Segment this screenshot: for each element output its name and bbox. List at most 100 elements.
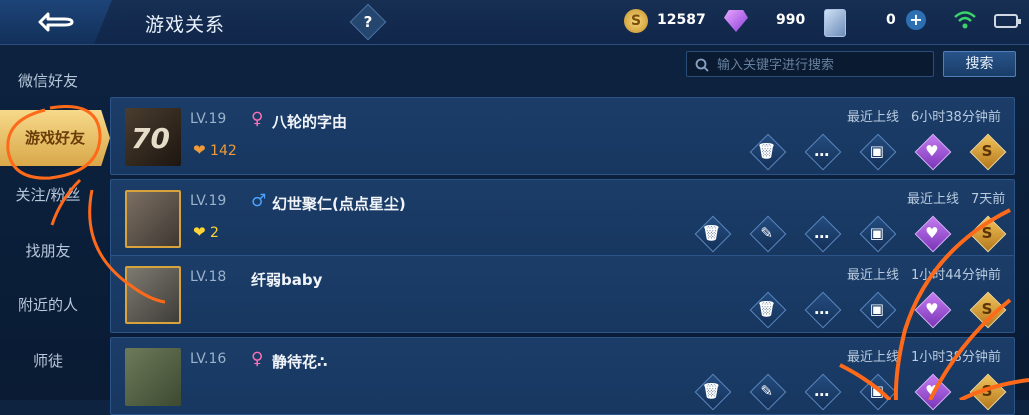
sidebar: 微信好友 游戏好友 关注/粉丝 找朋友 附近的人 师徒 bbox=[0, 44, 110, 400]
intimacy-button[interactable]: ♥ bbox=[914, 215, 952, 253]
chat-button[interactable]: … bbox=[804, 133, 842, 171]
sidebar-item-follow-fans[interactable]: 关注/粉丝 bbox=[0, 168, 96, 222]
female-icon: ♀ bbox=[251, 349, 264, 369]
friend-name: 八轮的字由 bbox=[272, 113, 348, 131]
coin-icon: S bbox=[981, 142, 993, 160]
chat-button[interactable]: … bbox=[804, 291, 842, 329]
search-icon bbox=[695, 58, 709, 72]
trash-icon: 🗑 bbox=[702, 382, 722, 400]
gift-icon: ▣ bbox=[869, 300, 884, 318]
delete-friend-button[interactable]: 🗑 bbox=[749, 291, 787, 329]
friend-row[interactable]: LV.16 ♀ 静待花∴ 最近上线 1小时38分钟前 🗑 ✎ … ▣ ♥ S bbox=[110, 337, 1015, 415]
male-icon: ♂ bbox=[251, 191, 267, 211]
coin-balance: S 12587 bbox=[624, 9, 724, 33]
wifi-icon bbox=[954, 11, 976, 29]
send-coin-button[interactable]: S bbox=[969, 291, 1007, 329]
search-button[interactable]: 搜索 bbox=[943, 51, 1016, 77]
gift-button[interactable]: ▣ bbox=[859, 133, 897, 171]
chat-icon: … bbox=[814, 382, 830, 400]
gift-icon: ▣ bbox=[869, 224, 884, 242]
gift-button[interactable]: ▣ bbox=[859, 373, 897, 411]
sidebar-item-game-friends[interactable]: 游戏好友 bbox=[0, 110, 110, 166]
back-button[interactable] bbox=[0, 0, 112, 44]
sidebar-item-mentorship[interactable]: 师徒 bbox=[0, 334, 96, 388]
intimacy-value: ❤ 142 bbox=[193, 141, 237, 159]
avatar[interactable]: 70 bbox=[125, 108, 181, 166]
coin-icon: S bbox=[981, 300, 993, 318]
trash-icon: 🗑 bbox=[757, 300, 777, 318]
intimacy-button[interactable]: ♥ bbox=[914, 373, 952, 411]
coin-icon: S bbox=[624, 9, 648, 33]
last-online-time: 1小时44分钟前 bbox=[911, 268, 1001, 283]
intimacy-button[interactable]: ♥ bbox=[914, 133, 952, 171]
friend-row[interactable]: LV.18 纤弱baby 最近上线 1小时44分钟前 🗑 … ▣ ♥ S bbox=[110, 255, 1015, 333]
friend-actions: 🗑 … ▣ ♥ S bbox=[734, 291, 1007, 329]
help-button[interactable]: ? bbox=[349, 3, 387, 41]
friend-name: 静待花∴ bbox=[272, 353, 328, 371]
gem-balance: 990 bbox=[724, 9, 814, 33]
heart-card-icon: ♥ bbox=[925, 382, 939, 400]
chat-button[interactable]: … bbox=[804, 215, 842, 253]
intimacy-count: 142 bbox=[210, 143, 237, 159]
last-online-label: 最近上线 bbox=[907, 192, 960, 207]
friend-row[interactable]: 70 LV.19 ♀ 八轮的字由 ❤ 142 最近上线 6小时38分钟前 🗑 …… bbox=[110, 97, 1015, 175]
friend-row[interactable]: LV.19 ♂ 幻世聚仁(点点星尘) ❤ 2 最近上线 7天前 🗑 ✎ … ▣ … bbox=[110, 179, 1015, 257]
friend-actions: 🗑 ✎ … ▣ ♥ S bbox=[679, 373, 1007, 411]
gift-icon: ▣ bbox=[869, 142, 884, 160]
mentor-button[interactable]: ✎ bbox=[749, 215, 787, 253]
chat-icon: … bbox=[814, 300, 830, 318]
last-online-label: 最近上线 bbox=[847, 268, 900, 283]
intimacy-button[interactable]: ♥ bbox=[914, 291, 952, 329]
heart-icon: ❤ bbox=[193, 223, 206, 241]
chat-icon: … bbox=[814, 224, 830, 242]
friend-name: 幻世聚仁(点点星尘) bbox=[272, 195, 406, 213]
trash-icon: 🗑 bbox=[757, 142, 777, 160]
friend-list: 70 LV.19 ♀ 八轮的字由 ❤ 142 最近上线 6小时38分钟前 🗑 …… bbox=[110, 85, 1020, 415]
sidebar-item-find-friends[interactable]: 找朋友 bbox=[0, 224, 96, 278]
gift-button[interactable]: ▣ bbox=[859, 215, 897, 253]
search-input[interactable] bbox=[715, 54, 931, 76]
friend-level: LV.16 bbox=[190, 351, 227, 367]
heart-card-icon: ♥ bbox=[925, 224, 939, 242]
voucher-card-icon bbox=[824, 9, 846, 37]
last-online-label: 最近上线 bbox=[847, 350, 900, 365]
heart-card-icon: ♥ bbox=[925, 142, 939, 160]
avatar[interactable] bbox=[125, 348, 181, 406]
friend-level: LV.19 bbox=[190, 111, 227, 127]
coin-icon: S bbox=[981, 224, 993, 242]
mentor-button[interactable]: ✎ bbox=[749, 373, 787, 411]
voucher-amount: 0 bbox=[886, 12, 896, 28]
heart-card-icon: ♥ bbox=[925, 300, 939, 318]
send-coin-button[interactable]: S bbox=[969, 133, 1007, 171]
last-online-label: 最近上线 bbox=[847, 110, 900, 125]
coin-icon: S bbox=[981, 382, 993, 400]
female-icon: ♀ bbox=[251, 109, 264, 129]
page-title: 游戏关系 bbox=[145, 14, 226, 36]
send-coin-button[interactable]: S bbox=[969, 373, 1007, 411]
avatar[interactable] bbox=[125, 266, 181, 324]
last-online-time: 7天前 bbox=[971, 192, 1006, 207]
gem-amount: 990 bbox=[776, 12, 806, 28]
diamond-icon bbox=[724, 10, 748, 32]
sidebar-item-wechat-friends[interactable]: 微信好友 bbox=[0, 54, 96, 108]
chat-button[interactable]: … bbox=[804, 373, 842, 411]
question-icon: ? bbox=[363, 13, 373, 31]
friend-actions: 🗑 … ▣ ♥ S bbox=[734, 133, 1007, 171]
delete-friend-button[interactable]: 🗑 bbox=[749, 133, 787, 171]
delete-friend-button[interactable]: 🗑 bbox=[694, 215, 731, 253]
coin-amount: 12587 bbox=[657, 12, 706, 28]
gift-icon: ▣ bbox=[869, 382, 884, 400]
avatar[interactable] bbox=[125, 190, 181, 248]
voucher-balance: 0 + bbox=[824, 9, 934, 37]
gift-button[interactable]: ▣ bbox=[859, 291, 897, 329]
sidebar-item-nearby[interactable]: 附近的人 bbox=[0, 278, 96, 332]
add-voucher-button[interactable]: + bbox=[906, 10, 926, 30]
intimacy-count: 2 bbox=[210, 225, 219, 241]
delete-friend-button[interactable]: 🗑 bbox=[694, 373, 731, 411]
send-coin-button[interactable]: S bbox=[969, 215, 1007, 253]
friend-level: LV.18 bbox=[190, 269, 227, 285]
top-bar: 游戏关系 ? S 12587 990 0 + bbox=[0, 0, 1029, 45]
search-box bbox=[686, 51, 934, 77]
mentor-icon: ✎ bbox=[760, 382, 773, 400]
friend-name: 纤弱baby bbox=[251, 271, 323, 289]
